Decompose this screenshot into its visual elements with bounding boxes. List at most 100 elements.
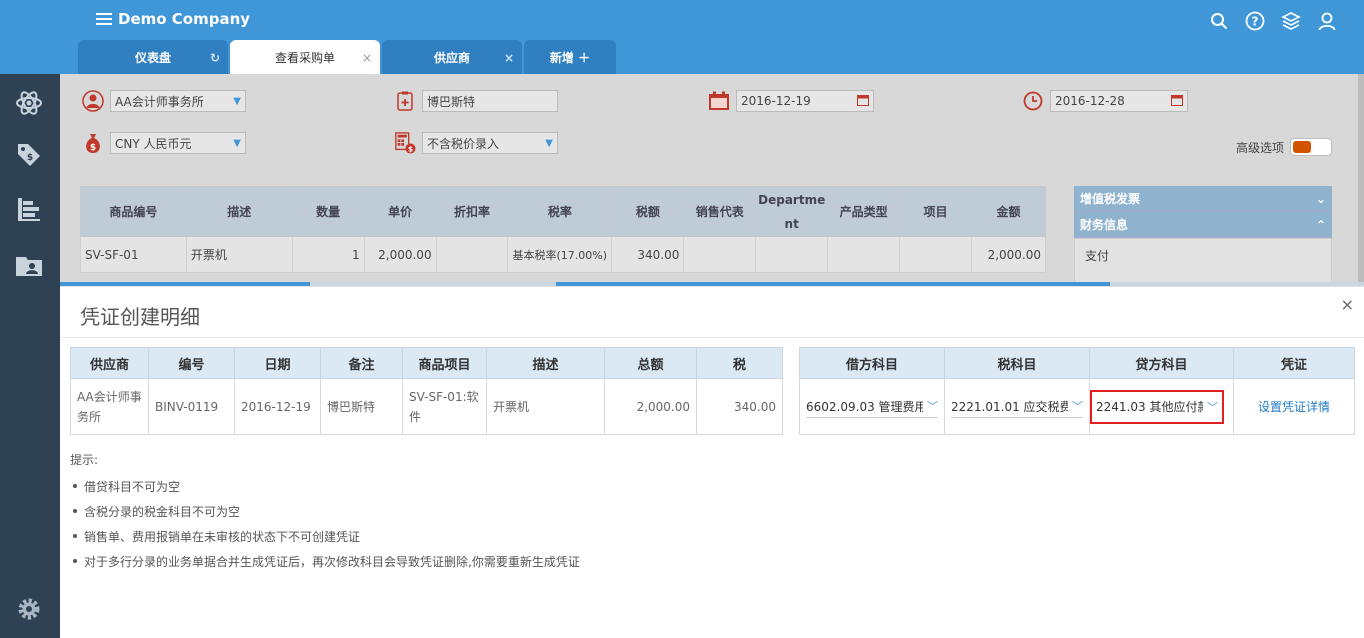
set-voucher-details-link[interactable]: 设置凭证详情 bbox=[1258, 400, 1330, 414]
tab-label: 新增 ＋ bbox=[549, 50, 591, 65]
chevron-down-icon: ﹀ bbox=[927, 400, 938, 413]
page-scrollbar[interactable] bbox=[1358, 74, 1364, 286]
close-icon[interactable]: × bbox=[1341, 295, 1354, 314]
right-panel: 增值税发票 ⌄ 财务信息 ⌃ 支付 bbox=[1074, 186, 1332, 284]
close-icon[interactable]: × bbox=[504, 51, 514, 65]
supplier-value: AA会计师事务所 bbox=[115, 94, 204, 109]
voucher-cell: 设置凭证详情 bbox=[1233, 378, 1355, 435]
table-row[interactable]: SV-SF-01 开票机 1 2,000.00 基本税率(17.00%) 340… bbox=[80, 236, 1047, 273]
modal-title: 凭证创建明细 bbox=[80, 305, 200, 329]
list-item: 含税分录的税金科目不可为空 bbox=[70, 503, 580, 528]
help-icon[interactable]: ? bbox=[1244, 10, 1266, 32]
atom-icon[interactable] bbox=[14, 88, 44, 118]
total-cell: 2,000.00 bbox=[604, 378, 697, 435]
column-header: 金额 bbox=[970, 186, 1047, 237]
list-item: 对于多行分录的业务单据合并生成凭证后，再次修改科目会导致凭证删除,你需要重新生成… bbox=[70, 553, 580, 578]
vat-invoice-header[interactable]: 增值税发票 ⌄ bbox=[1074, 186, 1332, 212]
user-icon[interactable] bbox=[1316, 10, 1338, 32]
credit-account-cell: 2241.03 其他应付款 ﹀ bbox=[1089, 378, 1234, 435]
tax-mode-value: 不含税价录入 bbox=[427, 136, 500, 151]
chevron-down-icon: ▼ bbox=[545, 137, 553, 149]
tag-icon[interactable]: $ bbox=[14, 140, 44, 170]
voucher-modal: 凭证创建明细 × 供应商 编号 日期 备注 商品项目 描述 总额 税 AA会计师… bbox=[60, 286, 1364, 638]
order-date-input[interactable]: 2016-12-19 bbox=[736, 90, 874, 112]
tab-label: 查看采购单 bbox=[274, 50, 335, 65]
debit-account-cell: 6602.09.03 管理费用 ﹀ bbox=[799, 378, 945, 435]
tab-label: 仪表盘 bbox=[134, 50, 171, 65]
date-cell: 2016-12-19 bbox=[234, 378, 321, 435]
tax-account-select[interactable]: 2221.01.01 应交税费 ﹀ bbox=[951, 396, 1083, 418]
order-date-value: 2016-12-19 bbox=[741, 94, 811, 108]
refresh-icon[interactable]: ↻ bbox=[210, 51, 220, 65]
currency-select[interactable]: CNY 人民币元 ▼ bbox=[110, 132, 246, 154]
table-cell bbox=[827, 236, 901, 273]
tab-dashboard[interactable]: 仪表盘 ↻ bbox=[78, 40, 228, 74]
top-icons: ? bbox=[1208, 10, 1338, 32]
person-icon bbox=[82, 90, 104, 112]
tab-view-purchase-order[interactable]: 查看采购单 × bbox=[230, 40, 380, 74]
chevron-down-icon: ⌄ bbox=[1315, 191, 1326, 206]
tab-label: 供应商 bbox=[433, 50, 470, 65]
contact-input[interactable]: 博巴斯特 bbox=[422, 90, 558, 112]
table-cell bbox=[435, 236, 509, 273]
gear-icon[interactable] bbox=[14, 594, 44, 624]
column-header: 项目 bbox=[899, 186, 972, 237]
calendar-small-icon[interactable] bbox=[857, 94, 869, 109]
tips-list: 借贷科目不可为空 含税分录的税金科目不可为空 销售单、费用报销单在未审核的状态下… bbox=[70, 478, 580, 578]
list-item: 借贷科目不可为空 bbox=[70, 478, 580, 503]
tab-bar: 仪表盘 ↻ 查看采购单 × 供应商 × 新增 ＋ bbox=[78, 40, 618, 74]
chart-bars-icon[interactable] bbox=[14, 194, 44, 224]
tab-new[interactable]: 新增 ＋ bbox=[524, 40, 616, 74]
finance-info-body: 支付 bbox=[1074, 238, 1332, 284]
column-header: 税科目 bbox=[944, 347, 1090, 379]
supplier-field: AA会计师事务所 ▼ bbox=[82, 90, 246, 112]
divider bbox=[60, 337, 1364, 338]
column-header: 税 bbox=[696, 347, 783, 379]
column-header: 描述 bbox=[185, 186, 293, 237]
svg-text:$: $ bbox=[408, 144, 413, 153]
table-cell: 1 bbox=[291, 236, 365, 273]
tips-title: 提示: bbox=[70, 453, 99, 467]
tax-account-value: 2221.01.01 应交税费 bbox=[951, 399, 1068, 414]
number-cell: BINV-0119 bbox=[148, 378, 235, 435]
calendar-icon bbox=[708, 90, 730, 112]
column-header: Department bbox=[755, 186, 829, 237]
column-header: 数量 bbox=[291, 186, 365, 237]
debit-account-select[interactable]: 6602.09.03 管理费用 ﹀ bbox=[806, 396, 938, 418]
tab-suppliers[interactable]: 供应商 × bbox=[382, 40, 522, 74]
pay-label: 支付 bbox=[1085, 249, 1110, 263]
table-row: 6602.09.03 管理费用 ﹀ 2221.01.01 应交税费 ﹀ 2241.0… bbox=[799, 378, 1355, 435]
column-header: 备注 bbox=[320, 347, 403, 379]
finance-info-label: 财务信息 bbox=[1080, 218, 1129, 232]
contacts-folder-icon[interactable] bbox=[14, 250, 44, 280]
column-header: 编号 bbox=[148, 347, 235, 379]
chevron-down-icon: ﹀ bbox=[1072, 400, 1083, 413]
table-header-row: 借方科目 税科目 贷方科目 凭证 bbox=[799, 347, 1355, 379]
column-header: 贷方科目 bbox=[1089, 347, 1234, 379]
search-icon[interactable] bbox=[1208, 10, 1230, 32]
menu-icon[interactable] bbox=[96, 13, 112, 25]
voucher-accounts-table: 借方科目 税科目 贷方科目 凭证 6602.09.03 管理费用 ﹀ 2221.0… bbox=[799, 347, 1355, 435]
svg-text:$: $ bbox=[27, 153, 33, 163]
table-cell: 340.00 bbox=[611, 236, 685, 273]
advanced-options-label: 高级选项 bbox=[1235, 140, 1284, 155]
table-cell: 基本税率(17.00%) bbox=[507, 236, 613, 273]
credit-account-select[interactable]: 2241.03 其他应付款 ﹀ bbox=[1090, 389, 1224, 424]
calendar-small-icon[interactable] bbox=[1171, 94, 1183, 109]
supplier-select[interactable]: AA会计师事务所 ▼ bbox=[110, 90, 246, 112]
due-date-input[interactable]: 2016-12-28 bbox=[1050, 90, 1188, 112]
column-header: 商品编号 bbox=[80, 186, 187, 237]
column-header: 借方科目 bbox=[799, 347, 945, 379]
advanced-options-toggle[interactable] bbox=[1290, 138, 1332, 156]
sidebar: $ bbox=[0, 74, 60, 638]
close-icon[interactable]: × bbox=[362, 51, 372, 65]
table-cell bbox=[899, 236, 972, 273]
brand[interactable]: Demo Company bbox=[96, 10, 250, 28]
tax-mode-select[interactable]: 不含税价录入 ▼ bbox=[422, 132, 558, 154]
finance-info-header[interactable]: 财务信息 ⌃ bbox=[1074, 212, 1332, 238]
voucher-source-table: 供应商 编号 日期 备注 商品项目 描述 总额 税 AA会计师事务所 BINV-… bbox=[70, 347, 783, 435]
column-header: 单价 bbox=[363, 186, 437, 237]
layers-icon[interactable] bbox=[1280, 10, 1302, 32]
column-header: 销售代表 bbox=[683, 186, 757, 237]
contact-field: 博巴斯特 bbox=[394, 90, 558, 112]
